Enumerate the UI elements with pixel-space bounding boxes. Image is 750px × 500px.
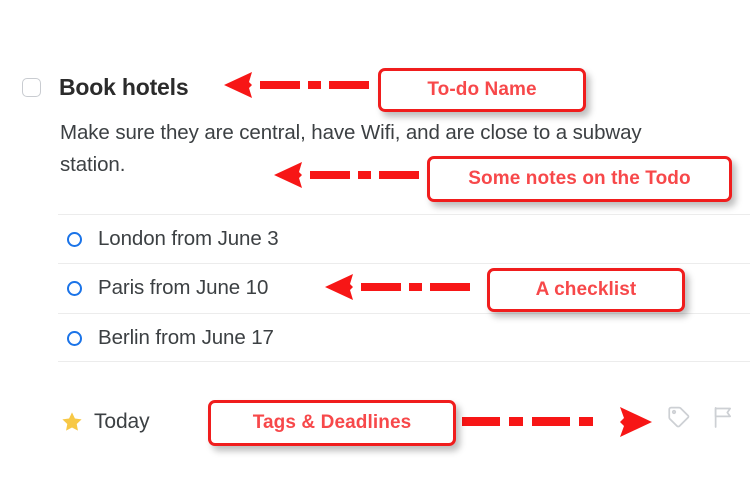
todo-deadline-row[interactable]: Today: [60, 400, 150, 444]
annotation-label-todo-tags: Tags & Deadlines: [208, 400, 456, 446]
checklist-item[interactable]: Berlin from June 17: [60, 314, 274, 362]
flag-icon[interactable]: [710, 404, 736, 430]
todo-complete-checkbox[interactable]: [22, 77, 41, 97]
todo-title-row: Book hotels: [22, 72, 189, 102]
annotation-label-todo-checklist: A checklist: [487, 268, 685, 312]
todo-title[interactable]: Book hotels: [59, 74, 189, 101]
checklist-item-label: Berlin from June 17: [98, 326, 274, 349]
star-icon: [60, 410, 84, 434]
checklist-item-circle-icon[interactable]: [67, 330, 82, 346]
checklist-item-label: London from June 3: [98, 227, 279, 250]
checklist-item-circle-icon[interactable]: [67, 231, 82, 247]
annotation-label-todo-name: To-do Name: [378, 68, 586, 112]
checklist-item-circle-icon[interactable]: [67, 280, 82, 296]
annotation-label-todo-notes: Some notes on the Todo: [427, 156, 732, 202]
checklist-item[interactable]: Paris from June 10: [60, 264, 268, 312]
checklist-item-label: Paris from June 10: [98, 276, 269, 299]
annotation-arrow-todo-tags: [462, 404, 652, 438]
todo-footer-icons: [666, 404, 736, 430]
todo-detail-panel: Book hotels Make sure they are central, …: [0, 0, 750, 500]
annotation-arrow-todo-name: [224, 70, 370, 100]
annotation-arrow-todo-checklist: [325, 272, 471, 302]
tag-icon[interactable]: [666, 404, 692, 430]
annotation-arrow-todo-notes: [274, 160, 420, 190]
checklist-item[interactable]: London from June 3: [60, 215, 279, 263]
todo-deadline-label: Today: [94, 410, 150, 433]
